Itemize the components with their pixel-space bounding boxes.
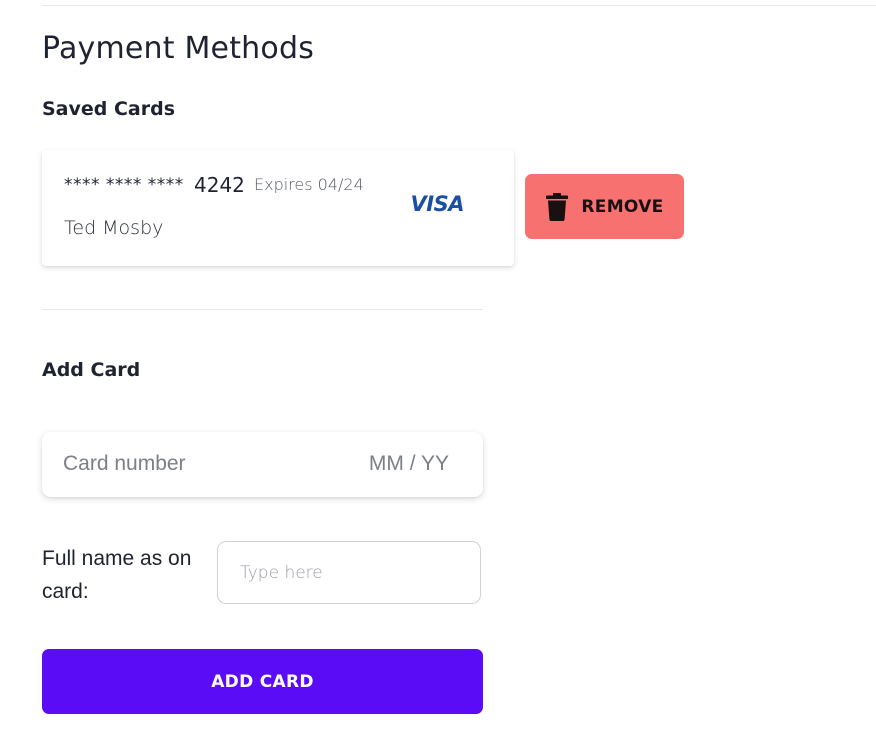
card-details-input[interactable]: [42, 432, 483, 497]
page-title: Payment Methods: [42, 31, 315, 66]
card-expiry-input[interactable]: [367, 452, 449, 476]
section-divider: [42, 309, 483, 310]
payment-methods-page: Payment Methods Saved Cards **** **** **…: [0, 0, 876, 745]
saved-cards-heading: Saved Cards: [42, 98, 176, 120]
card-number-input[interactable]: [63, 452, 323, 476]
card-expiry: Expires 04/24: [254, 175, 364, 194]
trash-icon: [546, 192, 569, 221]
visa-logo-icon: VISA: [410, 192, 465, 216]
top-divider: [42, 5, 876, 6]
remove-card-button[interactable]: REMOVE: [525, 174, 684, 239]
saved-card: **** **** **** 4242 Expires 04/24 Ted Mo…: [42, 150, 514, 266]
remove-button-label: REMOVE: [581, 196, 664, 217]
card-last4: 4242: [194, 173, 245, 197]
add-card-button[interactable]: ADD CARD: [42, 649, 483, 714]
full-name-label: Full name as on card:: [42, 547, 192, 603]
card-masked-number: **** **** ****: [64, 175, 184, 195]
add-card-heading: Add Card: [42, 359, 141, 381]
full-name-input[interactable]: [217, 541, 481, 604]
card-holder-name: Ted Mosby: [64, 217, 164, 239]
